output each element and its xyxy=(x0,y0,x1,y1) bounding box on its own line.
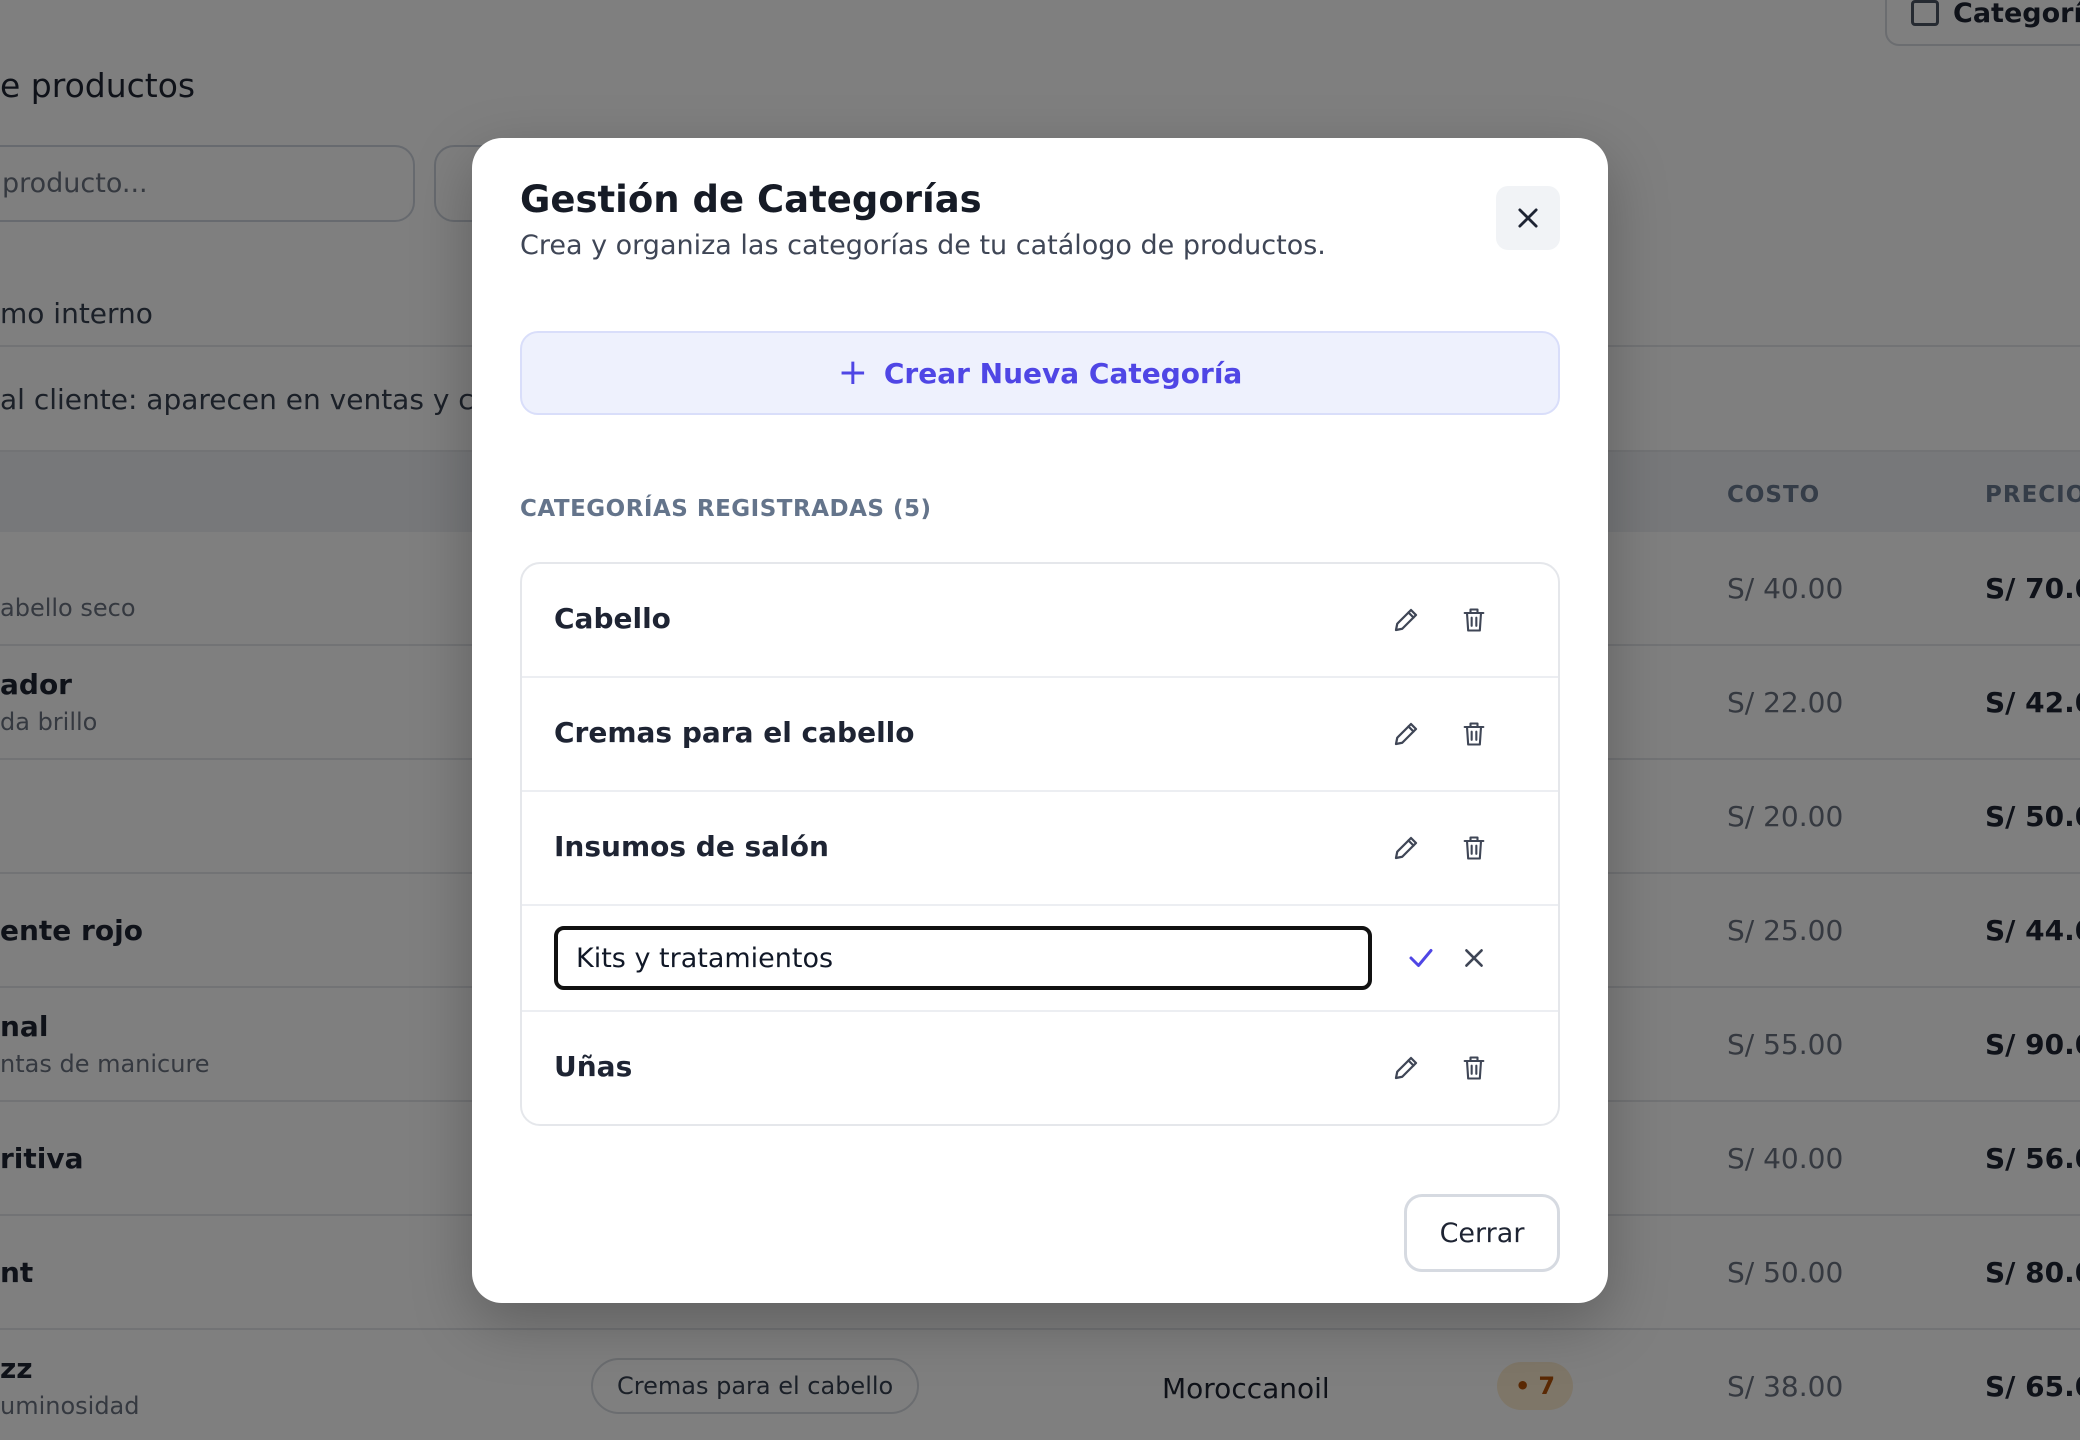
category-item: Cabello xyxy=(522,564,1558,678)
plus-icon: + xyxy=(837,352,868,393)
check-icon xyxy=(1409,949,1433,967)
modal-close-button[interactable] xyxy=(1496,186,1560,250)
delete-category-button[interactable] xyxy=(1452,598,1496,642)
pencil-icon xyxy=(1394,1056,1418,1080)
close-button[interactable]: Cerrar xyxy=(1404,1194,1560,1272)
category-name: Uñas xyxy=(554,1050,633,1083)
category-name-input[interactable] xyxy=(554,926,1372,990)
delete-category-button[interactable] xyxy=(1452,826,1496,870)
cancel-edit-button[interactable] xyxy=(1452,936,1496,980)
delete-category-button[interactable] xyxy=(1452,712,1496,756)
modal-description: Crea y organiza las categorías de tu cat… xyxy=(520,230,1326,261)
trash-icon xyxy=(1463,836,1485,860)
category-item: Uñas xyxy=(522,1012,1558,1124)
edit-category-button[interactable] xyxy=(1384,1046,1428,1090)
trash-icon xyxy=(1463,722,1485,746)
category-item: Cremas para el cabello xyxy=(522,678,1558,792)
trash-icon xyxy=(1463,1056,1485,1080)
x-icon xyxy=(1465,949,1483,967)
category-name: Cabello xyxy=(554,602,671,635)
category-name: Insumos de salón xyxy=(554,830,829,863)
category-name: Cremas para el cabello xyxy=(554,716,915,749)
pencil-icon xyxy=(1394,836,1418,860)
create-category-label: Crear Nueva Categoría xyxy=(883,356,1243,390)
category-item-editing xyxy=(522,906,1558,1012)
close-icon xyxy=(1518,208,1538,228)
delete-category-button[interactable] xyxy=(1452,1046,1496,1090)
trash-icon xyxy=(1463,608,1485,632)
pencil-icon xyxy=(1394,722,1418,746)
modal-title: Gestión de Categorías xyxy=(520,178,982,221)
confirm-edit-button[interactable] xyxy=(1399,936,1443,980)
pencil-icon xyxy=(1394,608,1418,632)
edit-category-button[interactable] xyxy=(1384,598,1428,642)
categories-modal: Gestión de Categorías Crea y organiza la… xyxy=(472,138,1608,1303)
create-category-button[interactable]: + Crear Nueva Categoría xyxy=(520,331,1560,415)
category-list: Cabello Cremas para el cabello Insumos d… xyxy=(520,562,1560,1126)
registered-categories-label: CATEGORÍAS REGISTRADAS (5) xyxy=(520,496,932,522)
edit-category-button[interactable] xyxy=(1384,712,1428,756)
category-item: Insumos de salón xyxy=(522,792,1558,906)
edit-category-button[interactable] xyxy=(1384,826,1428,870)
